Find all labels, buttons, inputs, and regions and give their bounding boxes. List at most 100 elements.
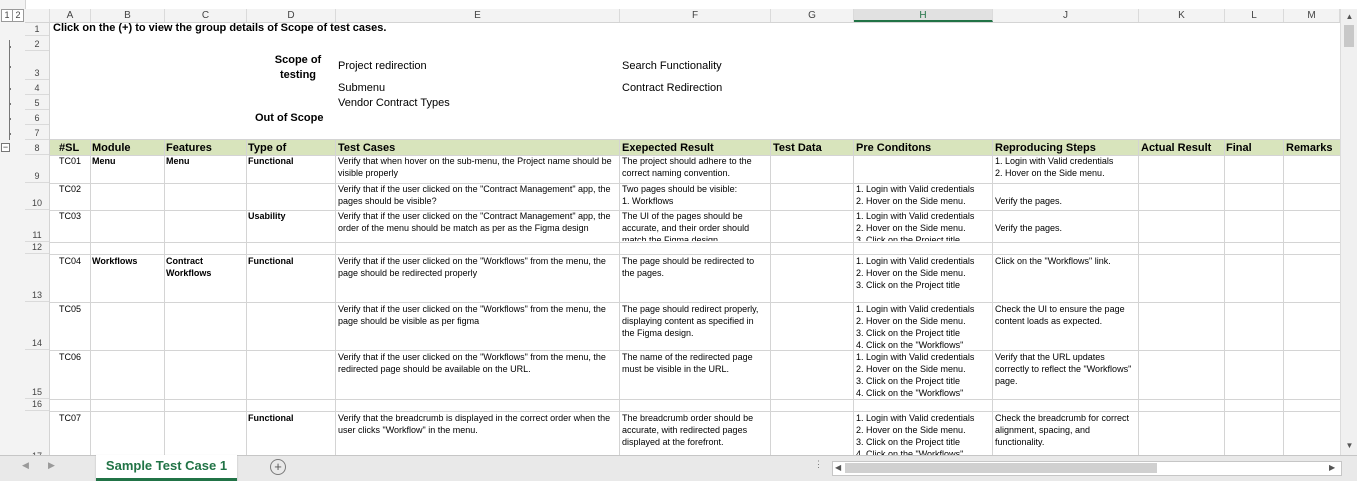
column-header-e[interactable]: E: [336, 9, 620, 22]
column-header-g[interactable]: G: [771, 9, 854, 22]
scroll-left-icon[interactable]: ◀: [835, 463, 841, 472]
cell-test-case[interactable]: Verify that the breadcrumb is displayed …: [338, 412, 618, 455]
cell-expected[interactable]: The project should adhere to the correct…: [622, 155, 768, 182]
row-header[interactable]: 6: [25, 110, 49, 125]
collapse-group-icon[interactable]: −: [1, 143, 10, 152]
cell-expected[interactable]: The page should redirect properly, displ…: [622, 303, 768, 349]
row-header[interactable]: 11: [25, 210, 49, 242]
horizontal-scrollbar[interactable]: ◀ ▶: [832, 461, 1342, 476]
cell-type[interactable]: Functional: [248, 412, 294, 424]
column-header-f[interactable]: F: [620, 9, 771, 22]
header-actual-result[interactable]: Actual Result: [1141, 141, 1211, 155]
cell-expected[interactable]: The breadcrumb order should be accurate,…: [622, 412, 768, 455]
cell-steps[interactable]: Check the UI to ensure the page content …: [995, 303, 1137, 349]
column-header-k[interactable]: K: [1139, 9, 1225, 22]
cell-sl[interactable]: TC02: [59, 183, 81, 195]
select-all-corner[interactable]: [25, 9, 50, 22]
row-header[interactable]: 17: [25, 411, 49, 461]
cell-test-case[interactable]: Verify that if the user clicked on the "…: [338, 210, 618, 241]
cell-expected[interactable]: The UI of the pages should be accurate, …: [622, 210, 768, 241]
column-header-l[interactable]: L: [1225, 9, 1284, 22]
tab-scroll-left-icon[interactable]: ◀: [22, 460, 29, 471]
row-header[interactable]: 16: [25, 399, 49, 411]
column-header-d[interactable]: D: [247, 9, 336, 22]
row-header[interactable]: 2: [25, 36, 49, 51]
cell-type[interactable]: Functional: [248, 155, 294, 167]
row-header[interactable]: 15: [25, 350, 49, 399]
row-header[interactable]: 12: [25, 242, 49, 254]
row-header[interactable]: 7: [25, 125, 49, 140]
header-pre-conditions[interactable]: Pre Conditons: [856, 141, 931, 155]
cell-steps[interactable]: Check the breadcrumb for correct alignme…: [995, 412, 1137, 455]
outline-level-2-button[interactable]: 2: [12, 9, 24, 22]
scroll-up-icon[interactable]: ▲: [1341, 12, 1357, 21]
cell-pre[interactable]: 1. Login with Valid credentials 2. Hover…: [856, 255, 991, 301]
cell-sl[interactable]: TC03: [59, 210, 81, 222]
sheet-tab-active[interactable]: Sample Test Case 1: [96, 455, 237, 481]
row-header[interactable]: 1: [25, 23, 49, 36]
cell-pre[interactable]: 1. Login with Valid credentials 2. Hover…: [856, 303, 991, 349]
column-header-c[interactable]: C: [165, 9, 247, 22]
cell-module[interactable]: Menu: [92, 155, 116, 167]
row-header[interactable]: 10: [25, 183, 49, 210]
cell-expected[interactable]: The name of the redirected page must be …: [622, 351, 768, 398]
scroll-right-icon[interactable]: ▶: [1329, 463, 1335, 472]
horizontal-scroll-thumb[interactable]: [845, 463, 1157, 473]
cell-pre[interactable]: 1. Login with Valid credentials 2. Hover…: [856, 210, 991, 241]
row-header[interactable]: 9: [25, 155, 49, 183]
cell-sl[interactable]: TC01: [59, 155, 81, 167]
cell-expected[interactable]: The page should be redirected to the pag…: [622, 255, 768, 301]
cell-expected[interactable]: Two pages should be visible: 1. Workflow…: [622, 183, 768, 209]
header-test-data[interactable]: Test Data: [773, 141, 822, 155]
header-sl[interactable]: #SL: [59, 141, 79, 155]
cell-feature[interactable]: Menu: [166, 155, 190, 167]
header-expected-result[interactable]: Exepected Result: [622, 141, 714, 155]
cell-test-case[interactable]: Verify that if the user clicked on the "…: [338, 255, 618, 301]
cell-sl[interactable]: TC04: [59, 255, 81, 267]
row-header[interactable]: 14: [25, 302, 49, 350]
cell-test-case[interactable]: Verify that if the user clicked on the "…: [338, 303, 618, 349]
row-header[interactable]: 13: [25, 254, 49, 302]
cell-pre[interactable]: 1. Login with Valid credentials 2. Hover…: [856, 183, 991, 209]
cell-steps[interactable]: Verify the pages.: [995, 222, 1137, 236]
header-reproducing-steps[interactable]: Reproducing Steps: [995, 141, 1096, 155]
cell-steps[interactable]: Verify that the URL updates correctly to…: [995, 351, 1137, 398]
row-header[interactable]: 5: [25, 95, 49, 110]
cell-type[interactable]: Usability: [248, 210, 286, 222]
header-module[interactable]: Module: [92, 141, 131, 155]
column-header-h[interactable]: H: [854, 9, 993, 22]
cell-steps[interactable]: 1. Login with Valid credentials 2. Hover…: [995, 155, 1137, 182]
cell-steps[interactable]: Verify the pages.: [995, 195, 1137, 209]
header-remarks[interactable]: Remarks: [1286, 141, 1332, 155]
scroll-down-icon[interactable]: ▼: [1341, 441, 1357, 450]
row-header[interactable]: 3: [25, 51, 49, 80]
cell-test-case[interactable]: Verify that when hover on the sub-menu, …: [338, 155, 618, 182]
cell-type[interactable]: Functional: [248, 255, 294, 267]
cell-test-case[interactable]: Verify that if the user clicked on the "…: [338, 183, 618, 209]
cell-pre[interactable]: 1. Login with Valid credentials 2. Hover…: [856, 412, 991, 455]
header-type[interactable]: Type of: [248, 141, 286, 155]
cell-feature[interactable]: Contract Workflows: [166, 255, 244, 279]
add-sheet-icon[interactable]: +: [270, 459, 286, 475]
header-test-cases[interactable]: Test Cases: [338, 141, 395, 155]
vertical-scroll-thumb[interactable]: [1344, 25, 1354, 47]
column-header-b[interactable]: B: [91, 9, 165, 22]
cell-test-case[interactable]: Verify that if the user clicked on the "…: [338, 351, 618, 398]
cell-pre[interactable]: 1. Login with Valid credentials 2. Hover…: [856, 351, 991, 398]
column-header-m[interactable]: M: [1284, 9, 1340, 22]
cell-steps[interactable]: Click on the "Workflows" link.: [995, 255, 1137, 301]
row-header[interactable]: 4: [25, 80, 49, 95]
column-header-j[interactable]: J: [993, 9, 1139, 22]
cell-sl[interactable]: TC07: [59, 412, 81, 424]
cell-sl[interactable]: TC06: [59, 351, 81, 363]
cell-module[interactable]: Workflows: [92, 255, 137, 267]
split-handle-icon[interactable]: ⋮: [814, 459, 823, 470]
column-header-a[interactable]: A: [50, 9, 91, 22]
row-header[interactable]: 8: [25, 140, 49, 155]
tab-scroll-right-icon[interactable]: ▶: [48, 460, 55, 471]
vertical-scrollbar[interactable]: ▲ ▼: [1340, 9, 1357, 455]
sheet-grid[interactable]: Click on the (+) to view the group detai…: [50, 23, 1340, 455]
cell-sl[interactable]: TC05: [59, 303, 81, 315]
cell-pre[interactable]: [856, 155, 991, 182]
header-final[interactable]: Final: [1226, 141, 1252, 155]
